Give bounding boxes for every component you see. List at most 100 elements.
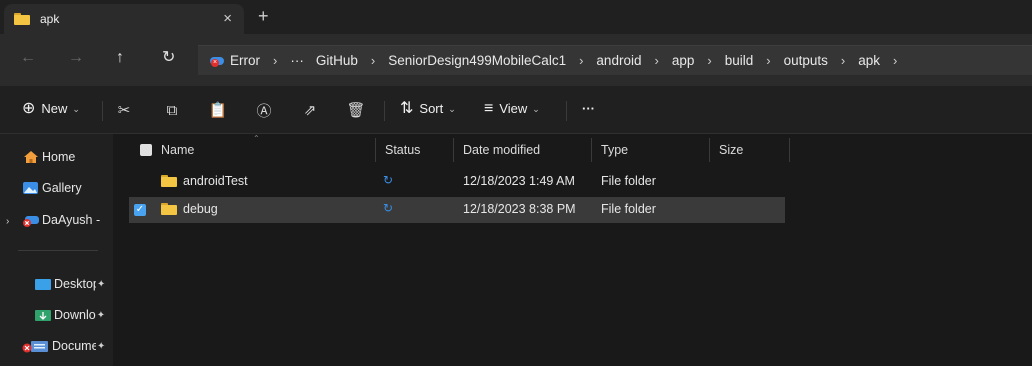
sync-status-icon: ↻ [383,201,394,215]
new-tab-icon[interactable]: + [258,7,269,25]
forward-icon[interactable]: → [68,50,84,66]
command-bar: ⊕ New ⌄ ✂ ⧉ 📋 Ⓐ ⇗ 🗑 ⇅ Sort ⌄ ≡ View ⌄ ··… [0,86,1032,134]
copy-icon[interactable]: ⧉ [162,100,182,120]
view-icon: ≡ [484,100,494,117]
breadcrumb-separator[interactable]: › [707,53,711,68]
delete-icon[interactable]: 🗑 [346,100,366,120]
row-name[interactable]: androidTest [161,174,248,188]
row-name[interactable]: debug [161,202,218,216]
column-divider[interactable] [453,138,454,162]
up-icon[interactable]: ↑ [116,50,124,66]
paste-icon[interactable]: 📋 [208,100,228,120]
row-date: 12/18/2023 1:49 AM [463,174,575,188]
address-bar[interactable]: × Error › ··· GitHub › SeniorDesign499Mo… [198,45,1032,75]
breadcrumb-separator[interactable]: › [841,53,845,68]
pin-icon[interactable]: ✦ [97,279,105,290]
new-label: New [41,101,68,116]
sync-status-icon: ↻ [383,173,394,187]
divider [102,101,103,121]
breadcrumb-outputs[interactable]: outputs [784,53,828,68]
breadcrumb-build[interactable]: build [725,53,754,68]
view-button[interactable]: ≡ View ⌄ [484,100,540,118]
rename-icon[interactable]: Ⓐ [254,100,274,120]
navigation-pane: Home Gallery › DaAyush - Desktop ✦ Downl… [0,134,113,366]
sidebar-item-label: Desktop [54,277,96,291]
pin-icon[interactable]: ✦ [97,310,105,321]
back-icon[interactable]: ← [20,50,36,66]
breadcrumb-apk[interactable]: apk [858,53,880,68]
new-button[interactable]: ⊕ New ⌄ [22,100,80,118]
sidebar-item-downloads[interactable]: Downlo ✦ [34,304,113,326]
column-divider[interactable] [789,138,790,162]
folder-icon [161,203,177,215]
desktop-icon [34,277,52,291]
documents-error-icon [22,339,50,353]
breadcrumb-separator[interactable]: › [273,53,277,68]
sort-button[interactable]: ⇅ Sort ⌄ [400,100,456,118]
breadcrumb-overflow[interactable]: ··· [290,53,304,68]
breadcrumb-repo[interactable]: SeniorDesign499MobileCalc1 [388,53,566,68]
chevron-right-icon[interactable]: › [6,216,9,227]
sidebar-item-label: Gallery [42,181,82,195]
view-label: View [499,101,528,116]
chevron-down-icon: ⌄ [532,104,540,114]
onedrive-error-icon [22,213,40,227]
breadcrumb-error[interactable]: Error [230,53,260,68]
share-icon[interactable]: ⇗ [300,100,320,120]
column-name[interactable]: Name [161,143,194,157]
divider [384,101,385,121]
breadcrumb-separator[interactable]: › [654,53,658,68]
divider [18,250,98,251]
breadcrumb-separator[interactable]: › [579,53,583,68]
plus-circle-icon: ⊕ [22,100,36,117]
column-type[interactable]: Type [601,143,628,157]
onedrive-error-icon: × [210,55,226,67]
tab-strip: apk × + [0,0,1032,34]
breadcrumb-github[interactable]: GitHub [316,53,358,68]
gallery-icon [22,181,40,195]
column-divider[interactable] [591,138,592,162]
sort-label: Sort [419,101,444,116]
chevron-down-icon: ⌄ [72,104,80,114]
sidebar-item-label: Docume [52,339,96,353]
sidebar-item-documents[interactable]: Docume ✦ [22,335,113,357]
sidebar-item-onedrive[interactable]: DaAyush - [22,209,114,231]
breadcrumb-separator[interactable]: › [371,53,375,68]
column-divider[interactable] [375,138,376,162]
breadcrumb-android[interactable]: android [596,53,641,68]
chevron-down-icon: ⌄ [448,104,456,114]
table-row[interactable]: androidTest ↻ 12/18/2023 1:49 AM File fo… [129,169,785,195]
breadcrumb-separator[interactable]: › [893,53,897,68]
home-icon [22,150,40,164]
sort-ascending-icon: ⌃ [253,134,260,143]
divider [566,101,567,121]
tab-title: apk [40,12,60,26]
pin-icon[interactable]: ✦ [97,341,105,352]
row-name-text: androidTest [183,174,248,188]
sidebar-item-desktop[interactable]: Desktop ✦ [34,273,113,295]
select-all-checkbox[interactable] [140,144,152,156]
column-divider[interactable] [709,138,710,162]
close-tab-icon[interactable]: × [223,10,232,27]
address-row: ← → ↑ ↻ × Error › ··· GitHub › SeniorDes… [0,34,1032,86]
row-name-text: debug [183,202,218,216]
column-size[interactable]: Size [719,143,743,157]
more-button[interactable]: ··· [582,100,595,118]
sort-icon: ⇅ [400,100,414,117]
column-date-modified[interactable]: Date modified [463,143,540,157]
sidebar-item-label: DaAyush - [42,213,101,227]
tab-apk[interactable]: apk × [4,4,244,34]
row-type: File folder [601,174,656,188]
sidebar-item-home[interactable]: Home [22,146,114,168]
breadcrumb-separator[interactable]: › [766,53,770,68]
downloads-icon [34,308,52,322]
sidebar-item-gallery[interactable]: Gallery [22,177,114,199]
cut-icon[interactable]: ✂ [114,100,134,120]
column-header: Name ⌃ Status Date modified Type Size [113,134,1032,166]
table-row-selected[interactable]: ✓ debug ↻ 12/18/2023 8:38 PM File folder [129,197,785,223]
file-list: Name ⌃ Status Date modified Type Size an… [113,134,1032,366]
breadcrumb-app[interactable]: app [672,53,695,68]
column-status[interactable]: Status [385,143,420,157]
row-checkbox[interactable]: ✓ [134,204,146,216]
refresh-icon[interactable]: ↻ [162,50,175,66]
